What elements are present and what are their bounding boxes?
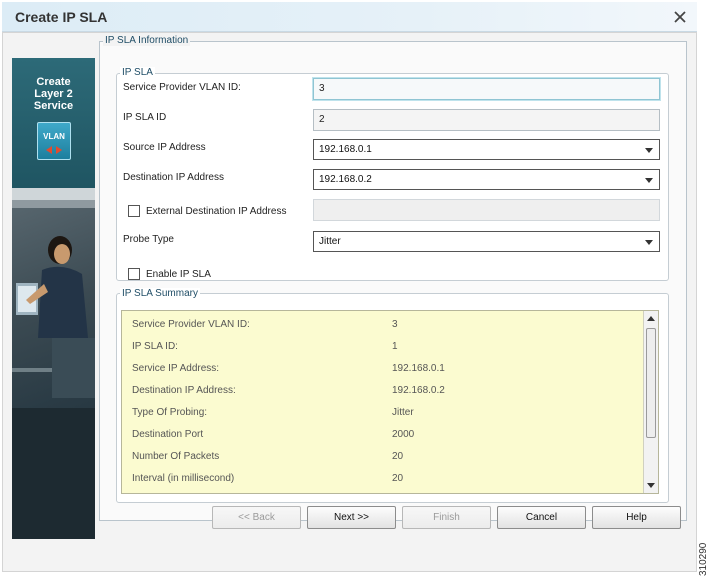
service-provider-vlan-id-label: Service Provider VLAN ID: — [123, 82, 241, 93]
wizard-heading: Create Layer 2 Service — [33, 76, 74, 112]
source-ip-address-select[interactable]: 192.168.0.1 — [313, 139, 660, 160]
ip-sla-summary-legend: IP SLA Summary — [120, 288, 200, 299]
summary-value: 2000 — [392, 429, 415, 440]
wizard-side-panel: Create Layer 2 Service VLAN — [12, 58, 95, 539]
summary-value: 1 — [392, 341, 398, 352]
enable-ip-sla-checkbox[interactable] — [128, 268, 140, 280]
probe-type-label: Probe Type — [123, 234, 174, 245]
enable-ip-sla-label: Enable IP SLA — [146, 269, 211, 280]
operator-at-workstation-image — [12, 188, 95, 539]
summary-key: Service IP Address: — [132, 363, 220, 374]
wizard-photo-image — [12, 188, 95, 539]
summary-key: Service Provider VLAN ID: — [132, 319, 250, 330]
summary-row: Service IP Address: 192.168.0.1 — [122, 357, 642, 379]
chevron-down-icon — [645, 148, 653, 153]
summary-row: IP SLA ID: 1 — [122, 335, 642, 357]
ip-sla-id-label: IP SLA ID — [123, 112, 167, 123]
close-icon — [674, 11, 686, 23]
finish-button[interactable]: Finish — [402, 506, 491, 529]
probe-type-value: Jitter — [319, 236, 341, 247]
destination-ip-address-value: 192.168.0.2 — [319, 174, 372, 185]
summary-row: Destination IP Address: 192.168.0.2 — [122, 379, 642, 401]
cancel-button[interactable]: Cancel — [497, 506, 586, 529]
dialog-title: Create IP SLA — [15, 9, 108, 25]
source-ip-address-value: 192.168.0.1 — [319, 144, 372, 155]
arrows-icon — [46, 146, 62, 154]
wizard-header: Create Layer 2 Service VLAN — [12, 58, 95, 188]
external-destination-checkbox[interactable] — [128, 205, 140, 217]
scrollbar-thumb[interactable] — [646, 328, 656, 438]
help-button[interactable]: Help — [592, 506, 681, 529]
destination-ip-address-label: Destination IP Address — [123, 172, 224, 183]
summary-value: 20 — [392, 473, 404, 484]
scroll-down-icon[interactable] — [647, 483, 655, 488]
summary-value: 192.168.0.2 — [392, 385, 445, 396]
summary-value: Jitter — [392, 407, 414, 418]
source-ip-address-label: Source IP Address — [123, 142, 206, 153]
summary-key: IP SLA ID: — [132, 341, 178, 352]
figure-code: 310290 — [698, 542, 709, 576]
summary-value: 192.168.0.1 — [392, 363, 445, 374]
vlan-badge-label: VLAN — [43, 132, 65, 141]
probe-type-select[interactable]: Jitter — [313, 231, 660, 252]
next-button[interactable]: Next >> — [307, 506, 396, 529]
destination-ip-address-select[interactable]: 192.168.0.2 — [313, 169, 660, 190]
summary-key: Destination IP Address: — [132, 385, 236, 396]
external-destination-ip-field[interactable] — [313, 199, 660, 221]
summary-value: 3 — [392, 319, 398, 330]
service-provider-vlan-id-field[interactable]: 3 — [313, 78, 660, 100]
scroll-up-icon[interactable] — [647, 316, 655, 321]
summary-row: Interval (in millisecond) 20 — [122, 467, 642, 489]
summary-panel: Service Provider VLAN ID: 3 IP SLA ID: 1… — [121, 310, 659, 494]
close-button[interactable] — [669, 6, 691, 28]
ip-sla-id-field[interactable]: 2 — [313, 109, 660, 131]
summary-value: 20 — [392, 451, 404, 462]
summary-key: Number Of Packets — [132, 451, 220, 462]
title-bar: Create IP SLA — [2, 2, 697, 32]
vlan-icon: VLAN — [37, 122, 71, 160]
summary-row: Service Provider VLAN ID: 3 — [122, 313, 642, 335]
ip-sla-group-legend: IP SLA — [120, 67, 155, 78]
ip-sla-information-legend: IP SLA Information — [103, 35, 191, 46]
summary-row: Type Of Probing: Jitter — [122, 401, 642, 423]
summary-key: Type Of Probing: — [132, 407, 208, 418]
summary-scrollbar[interactable] — [643, 311, 658, 493]
summary-row: Number Of Packets 20 — [122, 445, 642, 467]
summary-row: Destination Port 2000 — [122, 423, 642, 445]
summary-key: Interval (in millisecond) — [132, 473, 235, 484]
summary-key: Destination Port — [132, 429, 204, 440]
chevron-down-icon — [645, 178, 653, 183]
chevron-down-icon — [645, 240, 653, 245]
back-button[interactable]: << Back — [212, 506, 301, 529]
external-destination-label: External Destination IP Address — [146, 206, 287, 217]
